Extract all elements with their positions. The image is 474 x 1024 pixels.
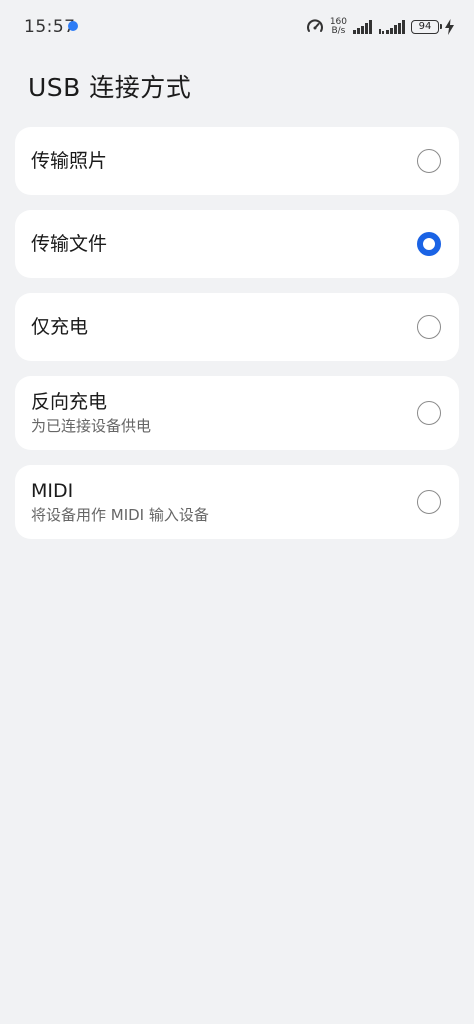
option-subtitle: 为已连接设备供电 [31,417,152,435]
option-title: 仅充电 [31,316,89,338]
signal-icon-sim2 [379,20,405,34]
radio-button[interactable] [417,315,441,339]
usb-mode-options: 传输照片 传输文件 仅充电 反向充电 为已连接设备供电 MIDI 将设备用作 M… [15,127,459,554]
network-speed: 160 B/s [330,18,347,36]
notification-dot-icon [68,21,78,31]
radio-button-selected[interactable] [417,232,441,256]
battery-icon: 94 [411,20,442,34]
option-transfer-files[interactable]: 传输文件 [15,210,459,278]
option-midi[interactable]: MIDI 将设备用作 MIDI 输入设备 [15,465,459,539]
status-icons: 160 B/s 94 [306,15,454,39]
option-title: 传输照片 [31,150,108,172]
radio-button[interactable] [417,490,441,514]
radio-button[interactable] [417,149,441,173]
option-transfer-photos[interactable]: 传输照片 [15,127,459,195]
battery-level: 94 [418,21,432,32]
signal-icon-sim1 [353,20,373,34]
option-title: 传输文件 [31,233,108,255]
speedometer-icon [306,18,324,36]
network-speed-unit: B/s [331,26,346,36]
option-title: MIDI [31,480,74,502]
option-subtitle: 将设备用作 MIDI 输入设备 [31,506,209,524]
option-reverse-charging[interactable]: 反向充电 为已连接设备供电 [15,376,459,450]
option-charge-only[interactable]: 仅充电 [15,293,459,361]
radio-button[interactable] [417,401,441,425]
status-bar: 15:57 160 B/s 94 [0,0,474,54]
page-title: USB 连接方式 [28,73,192,102]
option-title: 反向充电 [31,391,108,413]
charging-bolt-icon [445,19,454,35]
